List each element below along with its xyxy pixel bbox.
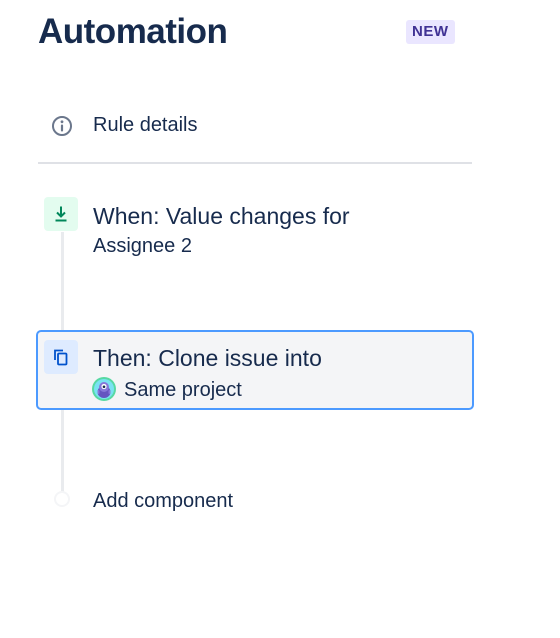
trigger-icon-box	[44, 197, 78, 231]
action-step[interactable]: Then: Clone issue into Same project	[36, 330, 474, 410]
rule-details-label: Rule details	[93, 114, 198, 136]
new-badge: NEW	[406, 20, 455, 44]
project-avatar	[92, 377, 116, 401]
branch-arrow-down-icon	[55, 206, 67, 222]
add-component-label: Add component	[93, 490, 234, 512]
add-component-dot-icon	[54, 491, 70, 507]
action-step-subtitle: Same project	[124, 379, 242, 401]
trigger-step-subtitle: Assignee 2	[93, 235, 192, 257]
info-icon	[50, 114, 74, 138]
action-icon-box	[44, 340, 78, 374]
divider	[38, 162, 472, 164]
trigger-step[interactable]: When: Value changes for Assignee 2	[38, 194, 472, 266]
page-title: Automation	[38, 12, 228, 51]
clone-icon	[54, 349, 68, 366]
rule-details-item[interactable]: Rule details	[38, 104, 472, 146]
action-step-title: Then: Clone issue into	[93, 345, 322, 371]
trigger-step-title: When: Value changes for	[93, 203, 350, 229]
add-component-item[interactable]: Add component	[38, 482, 472, 520]
